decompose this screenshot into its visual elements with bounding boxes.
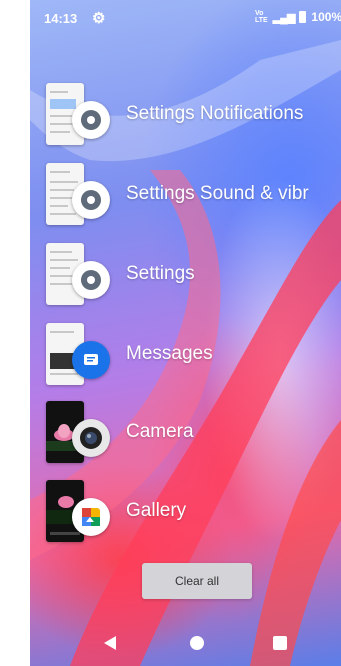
- recent-app-settings-sound[interactable]: Settings Sound & vibr: [30, 163, 341, 233]
- app-label: Settings Notifications: [126, 103, 304, 124]
- gear-icon[interactable]: [72, 181, 110, 219]
- app-label: Settings: [126, 263, 195, 284]
- recent-app-messages[interactable]: Messages: [30, 323, 341, 393]
- app-label: Camera: [126, 421, 194, 442]
- gear-icon[interactable]: [72, 101, 110, 139]
- app-label: Messages: [126, 343, 213, 364]
- volte-badge-bottom: LTE: [255, 17, 268, 24]
- recent-app-gallery[interactable]: Gallery: [30, 480, 341, 550]
- recent-app-settings[interactable]: Settings: [30, 243, 341, 313]
- navigation-bar: [30, 620, 341, 666]
- battery-percent: 100%: [311, 10, 341, 24]
- gear-icon[interactable]: [72, 261, 110, 299]
- recent-app-camera[interactable]: Camera: [30, 401, 341, 471]
- status-indicators: Vo LTE ▂▄▆ 100%: [255, 10, 341, 24]
- volte-badge-top: Vo: [255, 10, 264, 17]
- battery-icon: [299, 11, 307, 23]
- status-time: 14:13: [44, 11, 78, 26]
- recent-app-settings-notifications[interactable]: Settings Notifications: [30, 83, 341, 153]
- settings-notification-icon: ⚙: [92, 10, 106, 27]
- recents-screen: 14:13 ⚙ Vo LTE ▂▄▆ 100% Settings Notific…: [30, 0, 341, 666]
- signal-icon: ▂▄▆: [272, 11, 296, 24]
- app-label: Settings Sound & vibr: [126, 183, 309, 204]
- app-label: Gallery: [126, 500, 187, 521]
- gallery-icon[interactable]: [72, 498, 110, 536]
- volte-badge: Vo LTE: [255, 10, 268, 24]
- clear-all-button[interactable]: Clear all: [142, 563, 252, 599]
- status-bar: 14:13 ⚙ Vo LTE ▂▄▆ 100%: [30, 0, 341, 36]
- recents-icon[interactable]: [273, 636, 287, 650]
- camera-icon[interactable]: [72, 419, 110, 457]
- home-icon[interactable]: [190, 636, 204, 650]
- message-icon[interactable]: [72, 341, 110, 379]
- back-icon[interactable]: [104, 636, 116, 650]
